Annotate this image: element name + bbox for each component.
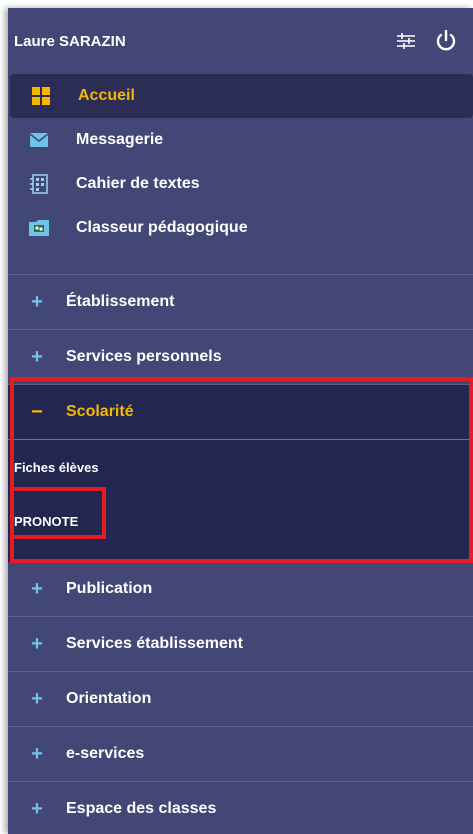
section-label: Scolarité <box>66 403 134 420</box>
submenu-link-pronote[interactable]: PRONOTE <box>14 514 78 529</box>
section-orientation[interactable]: + Orientation <box>8 672 473 727</box>
section-espace-des-classes[interactable]: + Espace des classes <box>8 782 473 834</box>
collapse-icon: − <box>31 400 43 423</box>
section-e-services[interactable]: + e-services <box>8 727 473 782</box>
section-label: Orientation <box>66 690 152 707</box>
section-label: Établissement <box>66 293 175 310</box>
quick-links: Accueil Messagerie Cahier de textes Clas… <box>8 74 473 275</box>
quick-link-accueil[interactable]: Accueil <box>10 74 473 118</box>
section-scolarite[interactable]: − Scolarité <box>8 385 473 440</box>
quick-link-messagerie[interactable]: Messagerie <box>8 118 473 162</box>
section-services-personnels[interactable]: + Services personnels <box>8 330 473 385</box>
submenu-link-fiches-eleves[interactable]: Fiches élèves <box>14 460 99 475</box>
sliders-icon[interactable] <box>391 26 421 56</box>
notebook-icon <box>28 173 50 195</box>
quick-link-label: Cahier de textes <box>76 175 200 192</box>
quick-link-cahier-de-textes[interactable]: Cahier de textes <box>8 162 473 206</box>
user-name: Laure SARAZIN <box>14 32 126 50</box>
expand-icon: + <box>31 577 43 600</box>
section-label: Espace des classes <box>66 800 217 817</box>
section-etablissement[interactable]: + Établissement <box>8 275 473 330</box>
section-label: Services personnels <box>66 348 222 365</box>
expand-icon: + <box>31 345 43 368</box>
scolarite-submenu: Fiches élèves PRONOTE <box>8 440 473 562</box>
expand-icon: + <box>31 742 43 765</box>
expand-icon: + <box>31 290 43 313</box>
section-label: Services établissement <box>66 635 243 652</box>
section-label: Publication <box>66 580 153 597</box>
folder-icon <box>28 217 50 239</box>
expand-icon: + <box>31 632 43 655</box>
section-label: e-services <box>66 745 145 762</box>
quick-link-label: Messagerie <box>76 131 164 148</box>
power-icon[interactable] <box>431 26 461 56</box>
panel-header: Laure SARAZIN <box>8 8 473 74</box>
grid-icon <box>30 85 52 107</box>
envelope-icon <box>28 129 50 151</box>
quick-link-label: Accueil <box>78 87 135 104</box>
expand-icon: + <box>31 797 43 820</box>
quick-link-classeur[interactable]: Classeur pédagogique <box>8 206 473 250</box>
section-publication[interactable]: + Publication <box>8 562 473 617</box>
navigation-panel: Laure SARAZIN Accueil Messagerie Cahier … <box>8 8 473 834</box>
quick-link-label: Classeur pédagogique <box>76 219 248 236</box>
expand-icon: + <box>31 687 43 710</box>
section-services-etablissement[interactable]: + Services établissement <box>8 617 473 672</box>
